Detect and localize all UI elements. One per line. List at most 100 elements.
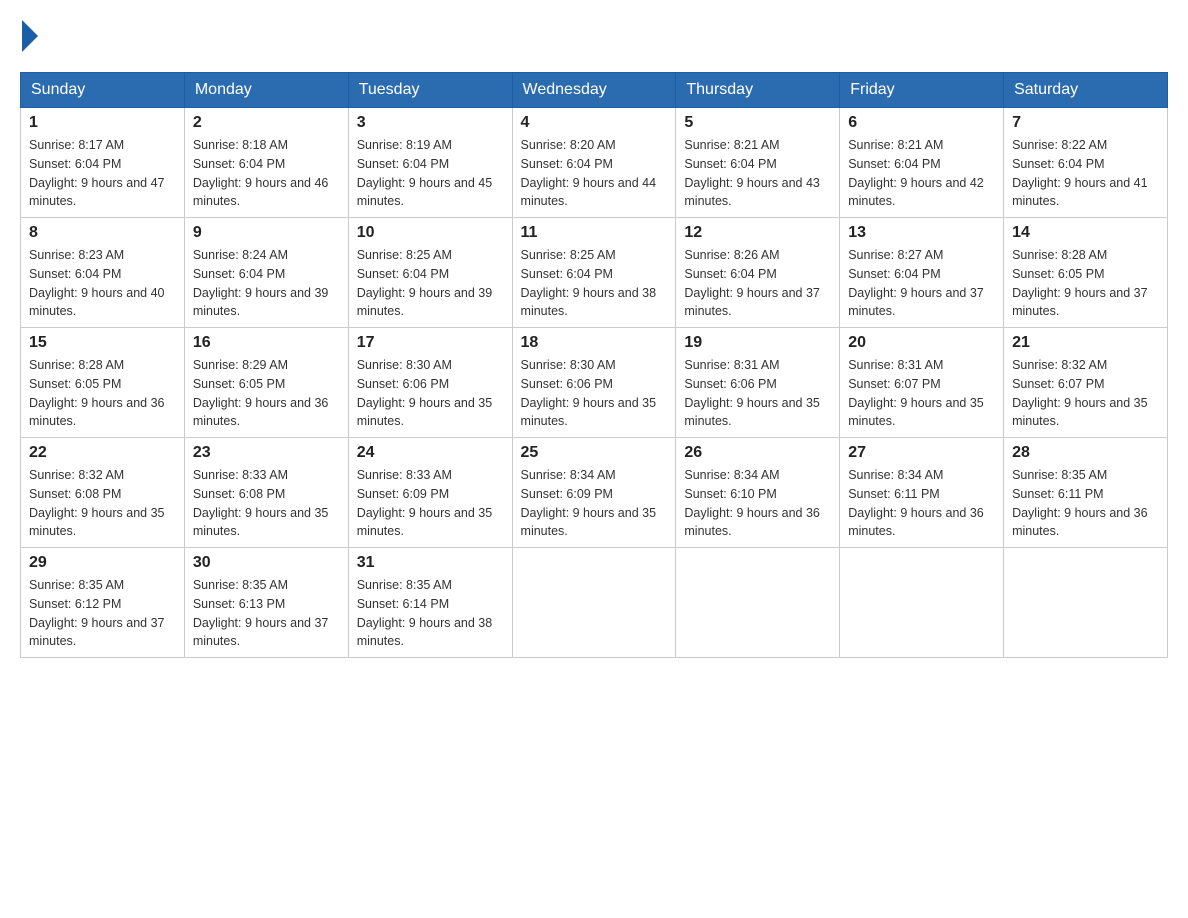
day-info: Sunrise: 8:34 AMSunset: 6:09 PMDaylight:… <box>521 466 668 541</box>
calendar-cell: 19 Sunrise: 8:31 AMSunset: 6:06 PMDayligh… <box>676 328 840 438</box>
day-info: Sunrise: 8:21 AMSunset: 6:04 PMDaylight:… <box>848 136 995 211</box>
calendar-cell: 9 Sunrise: 8:24 AMSunset: 6:04 PMDaylight… <box>184 218 348 328</box>
calendar-cell: 6 Sunrise: 8:21 AMSunset: 6:04 PMDaylight… <box>840 108 1004 218</box>
calendar-cell: 4 Sunrise: 8:20 AMSunset: 6:04 PMDaylight… <box>512 108 676 218</box>
calendar-week-row: 1 Sunrise: 8:17 AMSunset: 6:04 PMDaylight… <box>21 108 1168 218</box>
day-number: 23 <box>193 444 340 462</box>
calendar-cell: 25 Sunrise: 8:34 AMSunset: 6:09 PMDayligh… <box>512 438 676 548</box>
calendar-cell: 14 Sunrise: 8:28 AMSunset: 6:05 PMDayligh… <box>1004 218 1168 328</box>
day-header-tuesday: Tuesday <box>348 73 512 108</box>
day-header-thursday: Thursday <box>676 73 840 108</box>
day-info: Sunrise: 8:25 AMSunset: 6:04 PMDaylight:… <box>357 246 504 321</box>
day-info: Sunrise: 8:19 AMSunset: 6:04 PMDaylight:… <box>357 136 504 211</box>
calendar-cell: 7 Sunrise: 8:22 AMSunset: 6:04 PMDaylight… <box>1004 108 1168 218</box>
day-header-friday: Friday <box>840 73 1004 108</box>
day-number: 10 <box>357 224 504 242</box>
calendar-table: SundayMondayTuesdayWednesdayThursdayFrid… <box>20 72 1168 658</box>
calendar-cell: 1 Sunrise: 8:17 AMSunset: 6:04 PMDaylight… <box>21 108 185 218</box>
day-number: 17 <box>357 334 504 352</box>
day-info: Sunrise: 8:33 AMSunset: 6:09 PMDaylight:… <box>357 466 504 541</box>
day-number: 12 <box>684 224 831 242</box>
day-number: 14 <box>1012 224 1159 242</box>
day-info: Sunrise: 8:22 AMSunset: 6:04 PMDaylight:… <box>1012 136 1159 211</box>
day-info: Sunrise: 8:32 AMSunset: 6:08 PMDaylight:… <box>29 466 176 541</box>
day-number: 18 <box>521 334 668 352</box>
day-number: 26 <box>684 444 831 462</box>
day-header-sunday: Sunday <box>21 73 185 108</box>
day-number: 9 <box>193 224 340 242</box>
day-header-monday: Monday <box>184 73 348 108</box>
day-info: Sunrise: 8:35 AMSunset: 6:11 PMDaylight:… <box>1012 466 1159 541</box>
calendar-cell: 21 Sunrise: 8:32 AMSunset: 6:07 PMDayligh… <box>1004 328 1168 438</box>
day-number: 27 <box>848 444 995 462</box>
day-info: Sunrise: 8:28 AMSunset: 6:05 PMDaylight:… <box>29 356 176 431</box>
calendar-cell: 31 Sunrise: 8:35 AMSunset: 6:14 PMDayligh… <box>348 548 512 658</box>
day-info: Sunrise: 8:30 AMSunset: 6:06 PMDaylight:… <box>357 356 504 431</box>
calendar-cell: 11 Sunrise: 8:25 AMSunset: 6:04 PMDayligh… <box>512 218 676 328</box>
day-info: Sunrise: 8:25 AMSunset: 6:04 PMDaylight:… <box>521 246 668 321</box>
day-number: 11 <box>521 224 668 242</box>
day-number: 8 <box>29 224 176 242</box>
day-info: Sunrise: 8:32 AMSunset: 6:07 PMDaylight:… <box>1012 356 1159 431</box>
day-number: 21 <box>1012 334 1159 352</box>
day-number: 4 <box>521 114 668 132</box>
calendar-cell: 15 Sunrise: 8:28 AMSunset: 6:05 PMDayligh… <box>21 328 185 438</box>
day-number: 13 <box>848 224 995 242</box>
day-number: 7 <box>1012 114 1159 132</box>
calendar-cell <box>840 548 1004 658</box>
calendar-cell: 16Sunrise: 8:29 AMSunset: 6:05 PMDayligh… <box>184 328 348 438</box>
day-info: Sunrise: 8:20 AMSunset: 6:04 PMDaylight:… <box>521 136 668 211</box>
day-info: Sunrise: 8:35 AMSunset: 6:14 PMDaylight:… <box>357 576 504 651</box>
day-number: 22 <box>29 444 176 462</box>
day-info: Sunrise: 8:28 AMSunset: 6:05 PMDaylight:… <box>1012 246 1159 321</box>
day-number: 30 <box>193 554 340 572</box>
day-info: Sunrise: 8:18 AMSunset: 6:04 PMDaylight:… <box>193 136 340 211</box>
day-number: 6 <box>848 114 995 132</box>
calendar-cell: 26Sunrise: 8:34 AMSunset: 6:10 PMDayligh… <box>676 438 840 548</box>
day-info: Sunrise: 8:30 AMSunset: 6:06 PMDaylight:… <box>521 356 668 431</box>
day-number: 29 <box>29 554 176 572</box>
calendar-cell: 30 Sunrise: 8:35 AMSunset: 6:13 PMDayligh… <box>184 548 348 658</box>
day-info: Sunrise: 8:21 AMSunset: 6:04 PMDaylight:… <box>684 136 831 211</box>
day-info: Sunrise: 8:26 AMSunset: 6:04 PMDaylight:… <box>684 246 831 321</box>
calendar-cell: 10 Sunrise: 8:25 AMSunset: 6:04 PMDayligh… <box>348 218 512 328</box>
day-number: 19 <box>684 334 831 352</box>
calendar-cell: 27Sunrise: 8:34 AMSunset: 6:11 PMDayligh… <box>840 438 1004 548</box>
calendar-cell: 28 Sunrise: 8:35 AMSunset: 6:11 PMDayligh… <box>1004 438 1168 548</box>
day-number: 1 <box>29 114 176 132</box>
day-number: 28 <box>1012 444 1159 462</box>
calendar-cell: 22 Sunrise: 8:32 AMSunset: 6:08 PMDayligh… <box>21 438 185 548</box>
day-info: Sunrise: 8:31 AMSunset: 6:07 PMDaylight:… <box>848 356 995 431</box>
day-info: Sunrise: 8:31 AMSunset: 6:06 PMDaylight:… <box>684 356 831 431</box>
calendar-cell <box>1004 548 1168 658</box>
day-info: Sunrise: 8:33 AMSunset: 6:08 PMDaylight:… <box>193 466 340 541</box>
day-info: Sunrise: 8:24 AMSunset: 6:04 PMDaylight:… <box>193 246 340 321</box>
calendar-cell <box>676 548 840 658</box>
calendar-cell: 8 Sunrise: 8:23 AMSunset: 6:04 PMDaylight… <box>21 218 185 328</box>
calendar-cell: 24 Sunrise: 8:33 AMSunset: 6:09 PMDayligh… <box>348 438 512 548</box>
day-info: Sunrise: 8:23 AMSunset: 6:04 PMDaylight:… <box>29 246 176 321</box>
calendar-cell: 13Sunrise: 8:27 AMSunset: 6:04 PMDayligh… <box>840 218 1004 328</box>
day-number: 25 <box>521 444 668 462</box>
logo-arrow-icon <box>22 20 38 52</box>
calendar-cell: 5 Sunrise: 8:21 AMSunset: 6:04 PMDaylight… <box>676 108 840 218</box>
calendar-cell: 23 Sunrise: 8:33 AMSunset: 6:08 PMDayligh… <box>184 438 348 548</box>
day-header-wednesday: Wednesday <box>512 73 676 108</box>
calendar-cell: 2Sunrise: 8:18 AMSunset: 6:04 PMDaylight… <box>184 108 348 218</box>
day-number: 31 <box>357 554 504 572</box>
calendar-week-row: 8 Sunrise: 8:23 AMSunset: 6:04 PMDaylight… <box>21 218 1168 328</box>
calendar-header-row: SundayMondayTuesdayWednesdayThursdayFrid… <box>21 73 1168 108</box>
calendar-week-row: 29Sunrise: 8:35 AMSunset: 6:12 PMDayligh… <box>21 548 1168 658</box>
day-number: 20 <box>848 334 995 352</box>
logo <box>20 20 40 52</box>
day-number: 3 <box>357 114 504 132</box>
day-info: Sunrise: 8:17 AMSunset: 6:04 PMDaylight:… <box>29 136 176 211</box>
calendar-cell: 12 Sunrise: 8:26 AMSunset: 6:04 PMDayligh… <box>676 218 840 328</box>
page-header <box>20 20 1168 52</box>
calendar-cell: 3 Sunrise: 8:19 AMSunset: 6:04 PMDaylight… <box>348 108 512 218</box>
day-number: 24 <box>357 444 504 462</box>
day-number: 5 <box>684 114 831 132</box>
day-number: 15 <box>29 334 176 352</box>
calendar-week-row: 22 Sunrise: 8:32 AMSunset: 6:08 PMDayligh… <box>21 438 1168 548</box>
day-info: Sunrise: 8:35 AMSunset: 6:13 PMDaylight:… <box>193 576 340 651</box>
